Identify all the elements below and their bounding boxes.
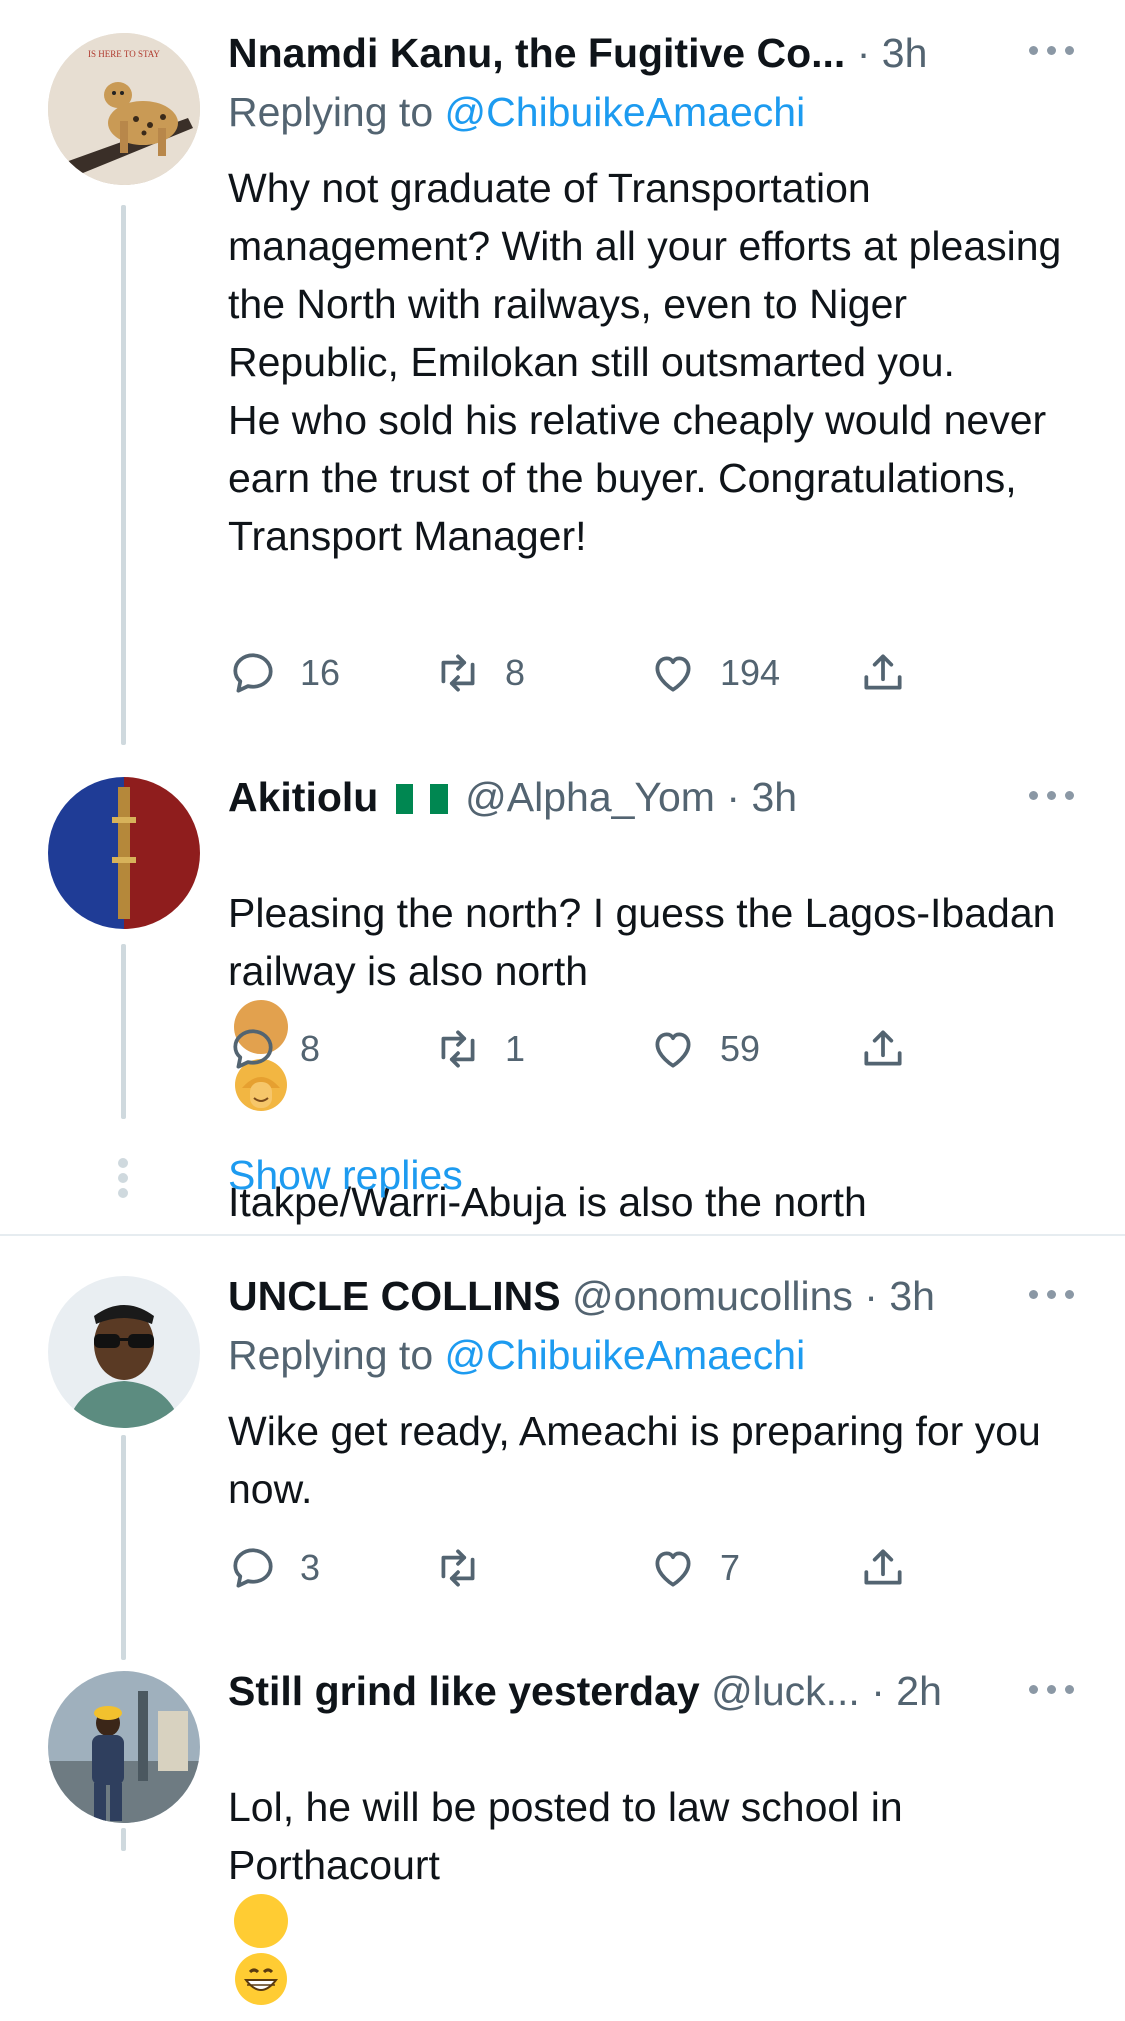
like-button[interactable]: 194	[648, 647, 780, 699]
timestamp[interactable]: 3h	[882, 30, 928, 76]
dot-separator: ·	[726, 774, 741, 820]
retweet-button[interactable]: 1	[433, 1023, 525, 1075]
like-button[interactable]: 59	[648, 1023, 760, 1075]
reply-icon	[233, 1548, 273, 1588]
dot-separator: ·	[856, 30, 871, 76]
timestamp[interactable]: 3h	[751, 774, 797, 820]
reply-icon	[233, 1029, 273, 1069]
dot-separator: ·	[871, 1668, 885, 1714]
handle[interactable]: @Alpha_Yom	[465, 774, 715, 820]
tweet-text: Wike get ready, Ameachi is preparing for…	[228, 1408, 1041, 1512]
tweet-header: UNCLE COLLINS @onomucollins · 3h	[228, 1271, 1065, 1321]
more-options-icon[interactable]	[1029, 40, 1075, 60]
man-sunglasses-avatar-icon	[48, 1276, 200, 1428]
display-name[interactable]: Nnamdi Kanu, the Fugitive Co...	[228, 30, 845, 76]
avatar[interactable]	[48, 1671, 200, 1823]
tweet-text: Why not graduate of Transportation manag…	[228, 165, 1062, 559]
heart-icon	[655, 656, 691, 692]
share-button[interactable]	[858, 1023, 908, 1075]
replying-to-link[interactable]: @ChibuikeAmaechi	[445, 1332, 806, 1378]
thread-line	[121, 1435, 126, 1660]
divider	[0, 1234, 1125, 1236]
replying-to-prefix: Replying to	[228, 89, 434, 135]
dot-separator: ·	[864, 1273, 878, 1319]
replying-to: Replying to @ChibuikeAmaechi	[228, 87, 805, 137]
reply-count: 8	[300, 1028, 321, 1069]
heart-icon	[655, 1551, 691, 1587]
retweet-icon	[441, 654, 475, 692]
replying-to-prefix: Replying to	[228, 1332, 434, 1378]
reply-button[interactable]: 16	[228, 647, 340, 699]
nigeria-flag-icon	[395, 775, 448, 814]
thread-line	[121, 205, 126, 745]
display-name[interactable]: Still grind like yesterday	[228, 1668, 700, 1714]
avatar[interactable]	[48, 1276, 200, 1428]
tweet-actions: 3 7	[228, 1542, 948, 1594]
like-button[interactable]: 7	[648, 1542, 740, 1594]
more-options-icon[interactable]	[1029, 1679, 1075, 1699]
reply-count: 16	[300, 652, 341, 693]
retweet-count: 1	[505, 1028, 526, 1069]
tweet-header: Nnamdi Kanu, the Fugitive Co... · 3h	[228, 28, 1065, 78]
show-replies-link[interactable]: Show replies	[228, 1150, 463, 1200]
avatar-text: IS HERE TO STAY	[88, 49, 160, 59]
reply-button[interactable]: 3	[228, 1542, 320, 1594]
tweet-text-line: Pleasing the north? I guess the Lagos-Ib…	[228, 890, 1056, 994]
cheetah-avatar-icon: IS HERE TO STAY	[48, 33, 200, 185]
handle[interactable]: @luck...	[711, 1668, 860, 1714]
share-icon	[864, 1030, 902, 1066]
avatar[interactable]	[48, 777, 200, 929]
timestamp[interactable]: 2h	[896, 1668, 942, 1714]
reply-count: 3	[300, 1547, 321, 1588]
grinning-face-emoji	[234, 1894, 288, 2005]
tweet-header: Akitiolu @Alpha_Yom · 3h	[228, 772, 1065, 822]
handle[interactable]: @onomucollins	[572, 1273, 853, 1319]
replying-to-link[interactable]: @ChibuikeAmaechi	[445, 89, 806, 135]
tweet-actions: 8 1 59	[228, 1023, 948, 1075]
retweet-button[interactable]	[433, 1542, 505, 1594]
barcelona-avatar-icon	[48, 777, 200, 929]
share-button[interactable]	[858, 1542, 908, 1594]
worker-avatar-icon	[48, 1671, 200, 1823]
avatar[interactable]: IS HERE TO STAY	[48, 33, 200, 185]
heart-icon	[655, 1032, 691, 1068]
thread-line	[121, 1828, 126, 1851]
tweet-header: Still grind like yesterday @luck... · 2h	[228, 1666, 1065, 1716]
tweet-actions: 16 8 194	[228, 647, 948, 699]
retweet-button[interactable]: 8	[433, 647, 525, 699]
more-options-icon[interactable]	[1029, 785, 1075, 805]
tweet-text: Lol, he will be posted to law school in …	[228, 1720, 1088, 2009]
display-name[interactable]: Akitiolu	[228, 774, 378, 820]
replying-to: Replying to @ChibuikeAmaechi	[228, 1330, 805, 1380]
thread-continue-dots	[118, 1158, 128, 1198]
display-name[interactable]: UNCLE COLLINS	[228, 1273, 561, 1319]
share-button[interactable]	[858, 647, 908, 699]
like-count: 194	[720, 652, 781, 693]
reply-button[interactable]: 8	[228, 1023, 320, 1075]
more-options-icon[interactable]	[1029, 1284, 1075, 1304]
like-count: 59	[720, 1028, 761, 1069]
tweet-text-line: Lol, he will be posted to law school in …	[228, 1784, 903, 1888]
share-icon	[864, 1549, 902, 1585]
timestamp[interactable]: 3h	[889, 1273, 935, 1319]
retweet-icon	[441, 1030, 475, 1068]
reply-icon	[233, 653, 273, 693]
share-icon	[864, 654, 902, 690]
retweet-icon	[441, 1549, 475, 1587]
thread-line	[121, 944, 126, 1119]
retweet-count: 8	[505, 652, 526, 693]
like-count: 7	[720, 1547, 741, 1588]
